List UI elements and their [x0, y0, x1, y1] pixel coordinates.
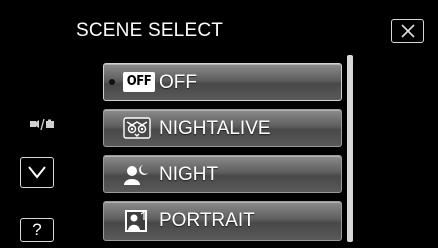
scene-item-label: OFF	[159, 72, 197, 93]
selected-indicator	[109, 79, 115, 85]
help-button[interactable]: ?	[20, 218, 54, 242]
scroll-down-button[interactable]	[20, 157, 54, 188]
page-title: SCENE SELECT	[76, 20, 224, 41]
scene-item-label: NIGHT	[159, 164, 219, 185]
person-moon-icon	[123, 163, 151, 185]
close-icon	[401, 24, 415, 38]
scrollbar[interactable]	[347, 55, 353, 242]
scene-item-label: PORTRAIT	[159, 210, 255, 231]
close-button[interactable]	[391, 19, 424, 43]
scene-item-off[interactable]: OFF OFF	[103, 63, 342, 101]
portrait-icon	[123, 209, 151, 232]
scene-item-label: NIGHTALIVE	[159, 118, 271, 139]
scene-select-screen: SCENE SELECT OFF OFF NIGHTALIVE NIGHT PO…	[0, 0, 438, 248]
scene-item-night[interactable]: NIGHT	[103, 155, 342, 193]
owl-icon	[123, 117, 151, 139]
scene-item-nightalive[interactable]: NIGHTALIVE	[103, 109, 342, 147]
scene-item-portrait[interactable]: PORTRAIT	[103, 201, 342, 241]
chevron-down-icon	[28, 166, 46, 179]
video-photo-toggle-icon	[29, 118, 55, 132]
off-badge-icon: OFF	[123, 72, 155, 92]
